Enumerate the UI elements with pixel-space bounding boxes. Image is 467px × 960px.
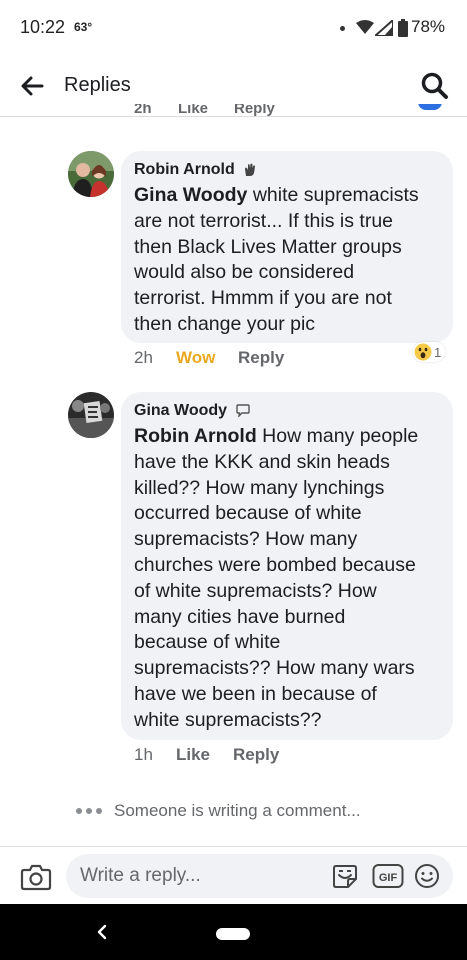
- comment-text: Robin Arnold How many people have the KKK…: [134, 425, 419, 731]
- nav-back-icon[interactable]: [92, 922, 112, 942]
- search-icon[interactable]: [420, 71, 450, 101]
- comment-author[interactable]: Robin Arnold: [134, 161, 235, 178]
- typing-indicator: Someone is writing a comment...: [76, 801, 361, 821]
- reply-button[interactable]: Reply: [233, 745, 279, 765]
- like-button[interactable]: Like: [176, 745, 210, 765]
- comment-mention[interactable]: Gina Woody: [134, 184, 247, 206]
- notification-dot-icon: [340, 26, 345, 31]
- page-title: Replies: [64, 74, 131, 96]
- wifi-icon: [356, 20, 374, 34]
- previous-reply-button[interactable]: Reply: [234, 104, 275, 116]
- battery-percentage: 78%: [411, 17, 446, 36]
- comment-actions: 2h Wow Reply: [134, 348, 434, 370]
- reply-composer: GIF: [0, 846, 467, 905]
- typing-dots-icon: [76, 808, 102, 814]
- nav-home-pill[interactable]: [216, 928, 250, 940]
- comment-actions: 1h Like Reply: [134, 745, 434, 767]
- reply-button[interactable]: Reply: [238, 348, 284, 368]
- status-time: 10:22: [20, 17, 66, 37]
- previous-comment-actions: 2h Like Reply: [0, 104, 467, 116]
- previous-comment-time: 2h: [134, 104, 152, 116]
- comment-author[interactable]: Gina Woody: [134, 402, 227, 419]
- system-nav-bar: [0, 904, 467, 960]
- wow-reaction-button[interactable]: Wow: [176, 348, 215, 368]
- emoji-icon[interactable]: [414, 863, 440, 889]
- typing-text: Someone is writing a comment...: [114, 801, 361, 820]
- svg-text:GIF: GIF: [379, 872, 398, 884]
- header-divider: [0, 116, 467, 117]
- comment-bubble[interactable]: Robin Arnold Gina Woody white supremacis…: [121, 151, 453, 343]
- reaction-count: 1: [434, 344, 442, 360]
- back-arrow-icon[interactable]: [18, 72, 46, 100]
- avatar[interactable]: [68, 392, 114, 438]
- camera-icon[interactable]: [20, 862, 52, 892]
- previous-reaction-badge: [418, 104, 442, 110]
- avatar-photo: [68, 151, 114, 197]
- comment-time: 2h: [134, 348, 153, 367]
- gif-icon[interactable]: GIF: [372, 863, 404, 889]
- comment-time: 1h: [134, 745, 153, 764]
- avatar[interactable]: [68, 151, 114, 197]
- previous-like-button[interactable]: Like: [178, 104, 208, 116]
- wave-icon: [245, 163, 256, 176]
- comment-mention[interactable]: Robin Arnold: [134, 425, 257, 447]
- chat-bubble-icon: [235, 404, 250, 418]
- signal-icon: [375, 20, 393, 36]
- avatar-photo: [68, 392, 114, 438]
- status-bar: 10:22 63° 78%: [0, 0, 467, 56]
- comment-bubble[interactable]: Gina Woody Robin Arnold How many people h…: [121, 392, 453, 740]
- reply-input-container[interactable]: GIF: [66, 854, 453, 898]
- reply-input[interactable]: [80, 863, 320, 889]
- battery-icon: [398, 19, 408, 37]
- sticker-icon[interactable]: [332, 863, 358, 889]
- comment-text: Gina Woody white supremacists are not ter…: [134, 184, 419, 335]
- status-temperature: 63°: [74, 20, 93, 34]
